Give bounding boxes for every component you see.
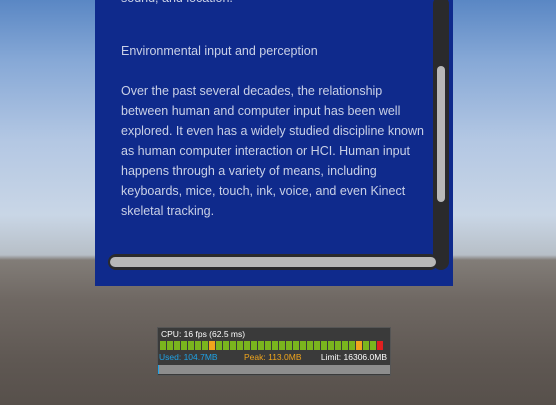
frame-time-bar: [328, 341, 334, 350]
frame-time-bars: [160, 341, 383, 350]
frame-time-bar: [237, 341, 243, 350]
frame-time-bar: [209, 341, 215, 350]
frame-time-bar: [377, 341, 383, 350]
frame-time-bar: [335, 341, 341, 350]
text-fragment: sound, and location.: [121, 0, 427, 8]
body-line: Over the past several decades, the relat…: [121, 84, 383, 98]
frame-time-bar: [216, 341, 222, 350]
frame-time-bar: [307, 341, 313, 350]
frame-time-bar: [272, 341, 278, 350]
frame-time-bar: [363, 341, 369, 350]
scrollable-text-panel[interactable]: sound, and location. Environmental input…: [95, 0, 453, 286]
memory-limit-readout: Limit: 16306.0MB: [320, 352, 387, 362]
memory-peak-readout: Peak: 113.0MB: [244, 352, 302, 362]
frame-time-bar: [349, 341, 355, 350]
frame-time-bar: [356, 341, 362, 350]
memory-usage-bar: [158, 365, 390, 374]
body-line: skeletal tracking.: [121, 204, 215, 218]
body-line: as human computer interaction or HCI. Hu…: [121, 144, 411, 158]
frame-time-bar: [279, 341, 285, 350]
frame-time-bar: [195, 341, 201, 350]
frame-time-bar: [342, 341, 348, 350]
frame-time-bar: [188, 341, 194, 350]
frame-time-bar: [160, 341, 166, 350]
scene-background: sound, and location. Environmental input…: [0, 0, 556, 405]
body-line: between human and computer input has bee…: [121, 104, 401, 118]
section-body: Over the past several decades, the relat…: [121, 81, 427, 221]
body-line: explored. It even has a widely studied d…: [121, 124, 424, 138]
performance-profiler: CPU: 16 fps (62.5 ms) Used: 104.7MB Peak…: [157, 327, 391, 376]
frame-time-bar: [181, 341, 187, 350]
panel-text-content: sound, and location. Environmental input…: [121, 0, 427, 221]
frame-time-bar: [230, 341, 236, 350]
frame-time-bar: [370, 341, 376, 350]
horizontal-scrollbar-thumb[interactable]: [110, 257, 436, 267]
memory-usage-fill: [158, 365, 160, 374]
frame-time-bar: [202, 341, 208, 350]
horizontal-scrollbar[interactable]: [108, 254, 438, 270]
frame-time-bar: [167, 341, 173, 350]
vertical-scrollbar-thumb[interactable]: [437, 66, 445, 202]
frame-time-bar: [314, 341, 320, 350]
frame-time-bar: [174, 341, 180, 350]
frame-time-bar: [223, 341, 229, 350]
frame-time-bar: [293, 341, 299, 350]
section-heading: Environmental input and perception: [121, 44, 318, 58]
memory-used-readout: Used: 104.7MB: [159, 352, 218, 362]
frame-time-bar: [265, 341, 271, 350]
frame-time-bar: [251, 341, 257, 350]
body-line: keyboards, mice, touch, ink, voice, and …: [121, 184, 406, 198]
frame-time-bar: [321, 341, 327, 350]
body-line: happens through a variety of means, incl…: [121, 164, 377, 178]
frame-time-bar: [244, 341, 250, 350]
frame-time-bar: [258, 341, 264, 350]
frame-time-bar: [286, 341, 292, 350]
frame-time-bar: [300, 341, 306, 350]
cpu-fps-readout: CPU: 16 fps (62.5 ms): [161, 329, 246, 339]
vertical-scrollbar[interactable]: [433, 0, 449, 270]
